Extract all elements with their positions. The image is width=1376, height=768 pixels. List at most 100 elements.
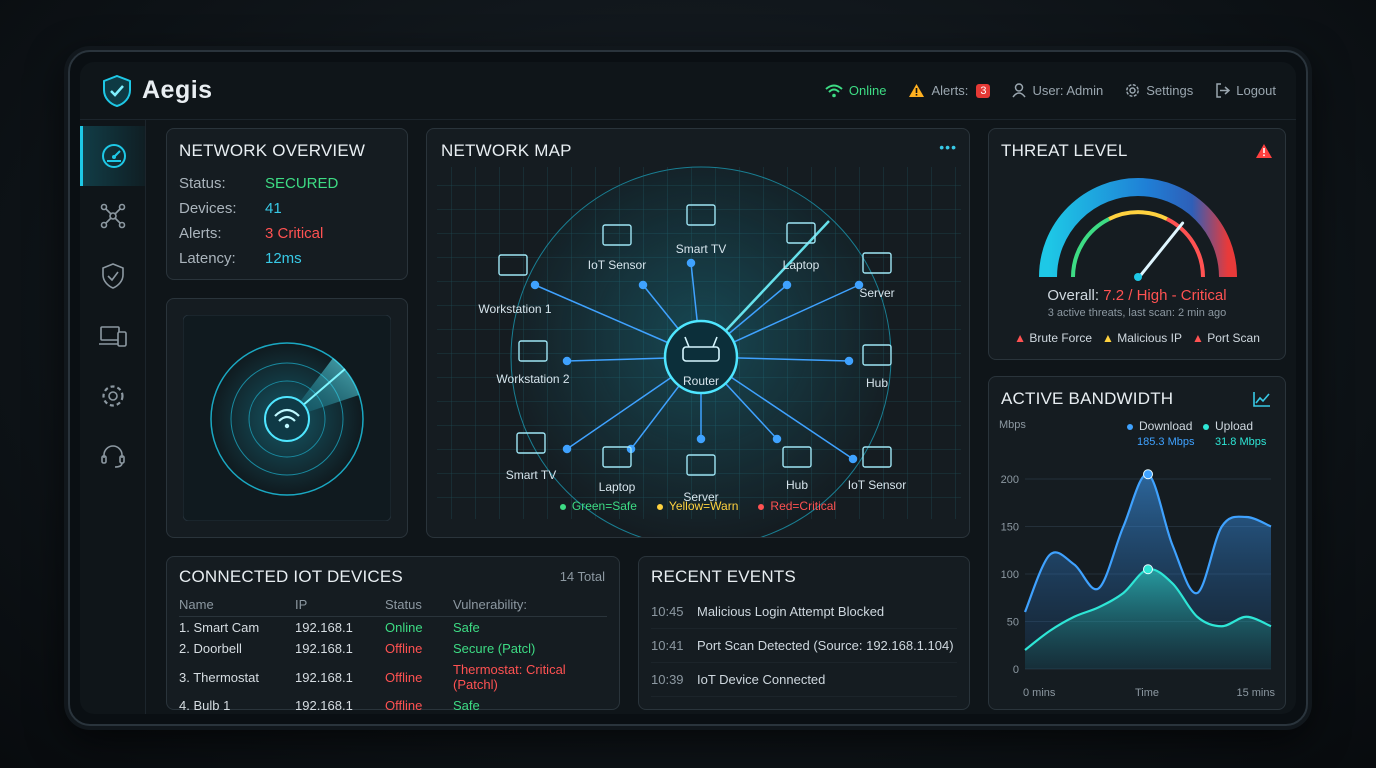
network-overview-panel: NETWORK OVERVIEW Status: SECURED Devices:… bbox=[166, 128, 408, 280]
cell-name: 2. Doorbell bbox=[179, 641, 242, 656]
sidebar-item-support[interactable] bbox=[80, 426, 145, 486]
dashboard-gauge-icon bbox=[102, 144, 126, 168]
event-row[interactable]: 10:41 Port Scan Detected (Source: 192.168… bbox=[651, 629, 957, 663]
map-node-label: Smart TV bbox=[506, 468, 556, 482]
threat-tag-port-scan[interactable]: ▲ Port Scan bbox=[1192, 331, 1260, 345]
threat-level-panel: THREAT LEVEL Overall: 7.2 / High - Criti… bbox=[988, 128, 1286, 360]
app-logo[interactable]: Aegis bbox=[102, 74, 213, 107]
cell-status: Online bbox=[385, 620, 423, 635]
app-name: Aegis bbox=[142, 76, 213, 104]
cell-status: Offline bbox=[385, 669, 423, 685]
settings-label: Settings bbox=[1146, 83, 1194, 98]
cell-status: Offline bbox=[385, 698, 423, 713]
event-row[interactable]: 10:45 Malicious Login Attempt Blocked bbox=[651, 595, 957, 629]
sidebar-item-devices[interactable] bbox=[80, 306, 145, 366]
panel-title: NETWORK MAP bbox=[441, 141, 572, 160]
recent-events-panel: RECENT EVENTS 10:45 Malicious Login Attem… bbox=[638, 556, 970, 710]
overview-status-row: Status: SECURED bbox=[179, 175, 339, 192]
iot-devices-panel: CONNECTED IOT DEVICES 14 Total Name IP S… bbox=[166, 556, 620, 713]
panel-title: CONNECTED IOT DEVICES bbox=[179, 567, 403, 586]
headset-support-icon bbox=[100, 445, 125, 468]
event-text: IoT Device Connected bbox=[697, 672, 826, 687]
top-bar: Aegis Online Alerts: 3 User: Admin Setti… bbox=[80, 62, 1296, 120]
threat-score-value: 7.2 / High - Critical bbox=[1103, 287, 1227, 304]
panel-title: THREAT LEVEL bbox=[1001, 141, 1128, 160]
map-node-label: Hub bbox=[866, 376, 888, 390]
network-map-canvas: Router Workstation 1 IoT Sensor Smart TV La… bbox=[437, 166, 961, 537]
cell-name: 1. Smart Cam bbox=[179, 620, 260, 635]
status-value: SECURED bbox=[265, 175, 339, 192]
cell-vuln: Safe bbox=[453, 698, 480, 713]
sidebar-item-settings[interactable] bbox=[80, 366, 145, 426]
shield-logo-icon bbox=[103, 74, 131, 107]
cell-vuln: Thermostat: Critical (Patchl) bbox=[453, 662, 566, 692]
sidebar-item-security[interactable] bbox=[80, 246, 145, 306]
top-actions: Online Alerts: 3 User: Admin Settings Lo… bbox=[825, 83, 1276, 98]
map-link-dot bbox=[782, 280, 792, 290]
series-peak-point bbox=[1143, 564, 1153, 575]
devices-value: 41 bbox=[265, 200, 282, 217]
map-menu-button[interactable]: ••• bbox=[939, 139, 957, 155]
download-legend: Download 185.3 Mbps bbox=[1127, 419, 1194, 448]
sidebar-item-dashboard[interactable] bbox=[80, 126, 145, 186]
threat-gauge bbox=[1039, 178, 1237, 281]
map-node-label: IoT Sensor bbox=[588, 258, 646, 272]
alerts-count-badge: 3 bbox=[976, 83, 991, 98]
overview-latency-row: Latency: 12ms bbox=[179, 250, 302, 267]
table-header: Name IP Status Vulnerability: bbox=[179, 593, 607, 617]
user-label: User: Admin bbox=[1032, 83, 1104, 98]
gauge-hub bbox=[1134, 273, 1142, 281]
router-node[interactable]: Router bbox=[663, 319, 739, 395]
router-label: Router bbox=[683, 374, 719, 388]
threat-tags: ▲ Brute Force ▲ Malicious IP ▲ Port Scan bbox=[1001, 331, 1273, 345]
warning-icon bbox=[1256, 144, 1272, 158]
warning-icon bbox=[909, 84, 925, 97]
alerts-value: 3 Critical bbox=[265, 225, 324, 242]
map-node-label: Server bbox=[859, 286, 894, 300]
status-label: Online bbox=[848, 83, 887, 98]
wifi-icon bbox=[825, 84, 843, 97]
x-end-label: 15 mins bbox=[1236, 687, 1275, 699]
table-row[interactable]: 1. Smart Cam 192.168.1 Online Safe bbox=[179, 617, 607, 639]
radar-scanner bbox=[183, 315, 391, 521]
user-icon bbox=[1012, 83, 1027, 98]
map-link-dot bbox=[562, 444, 572, 454]
cell-ip: 192.168.1 bbox=[295, 698, 353, 713]
threat-subtitle: 3 active threats, last scan: 2 min ago bbox=[1047, 307, 1227, 319]
connection-status[interactable]: Online bbox=[825, 83, 887, 98]
map-link-dot bbox=[696, 434, 706, 444]
table-row[interactable]: 4. Bulb 1 192.168.1 Offline Safe bbox=[179, 695, 607, 714]
map-node-label: Hub bbox=[786, 478, 808, 492]
network-map-panel: NETWORK MAP ••• Router Workstation 1 IoT … bbox=[426, 128, 970, 538]
event-text: Port Scan Detected (Source: 192.168.1.10… bbox=[697, 638, 954, 653]
logout-button[interactable]: Logout bbox=[1215, 83, 1276, 98]
map-node-label: Workstation 1 bbox=[478, 302, 551, 316]
map-link-dot bbox=[562, 356, 572, 366]
panel-title: ACTIVE BANDWIDTH bbox=[1001, 389, 1174, 408]
table-row[interactable]: 3. Thermostat 192.168.1 Offline Thermostat:… bbox=[179, 659, 607, 695]
gauge-needle bbox=[1137, 221, 1185, 279]
threat-tag-malicious-ip[interactable]: ▲ Malicious IP bbox=[1102, 331, 1182, 345]
event-time: 10:45 bbox=[651, 604, 684, 619]
map-node-label: Workstation 2 bbox=[496, 372, 569, 386]
threat-tag-brute-force[interactable]: ▲ Brute Force bbox=[1014, 331, 1092, 345]
map-legend: Green=Safe Yellow=Warn Red=Critical bbox=[427, 499, 969, 513]
x-start-label: 0 mins bbox=[1023, 687, 1056, 699]
event-time: 10:39 bbox=[651, 672, 684, 687]
table-row[interactable]: 2. Doorbell 192.168.1 Offline Secure (Patcl… bbox=[179, 638, 607, 659]
upload-legend: Upload 31.8 Mbps bbox=[1203, 419, 1266, 448]
sidebar-item-network[interactable] bbox=[80, 186, 145, 246]
alerts-button[interactable]: Alerts: 3 bbox=[908, 83, 991, 98]
y-tick-label: 200 bbox=[1001, 474, 1019, 486]
map-link-dot bbox=[844, 356, 854, 366]
events-list: 10:45 Malicious Login Attempt Blocked 10:4… bbox=[651, 595, 957, 697]
panel-title: RECENT EVENTS bbox=[651, 567, 796, 586]
event-row[interactable]: 10:39 IoT Device Connected bbox=[651, 663, 957, 697]
y-tick-label: 150 bbox=[1001, 522, 1019, 534]
cell-name: 3. Thermostat bbox=[179, 669, 259, 685]
y-tick-label: 0 bbox=[1013, 664, 1019, 676]
cell-vuln: Secure (Patcl) bbox=[453, 641, 536, 656]
user-menu[interactable]: User: Admin bbox=[1012, 83, 1103, 98]
y-tick-label: 50 bbox=[1007, 617, 1019, 629]
settings-button[interactable]: Settings bbox=[1125, 83, 1193, 98]
